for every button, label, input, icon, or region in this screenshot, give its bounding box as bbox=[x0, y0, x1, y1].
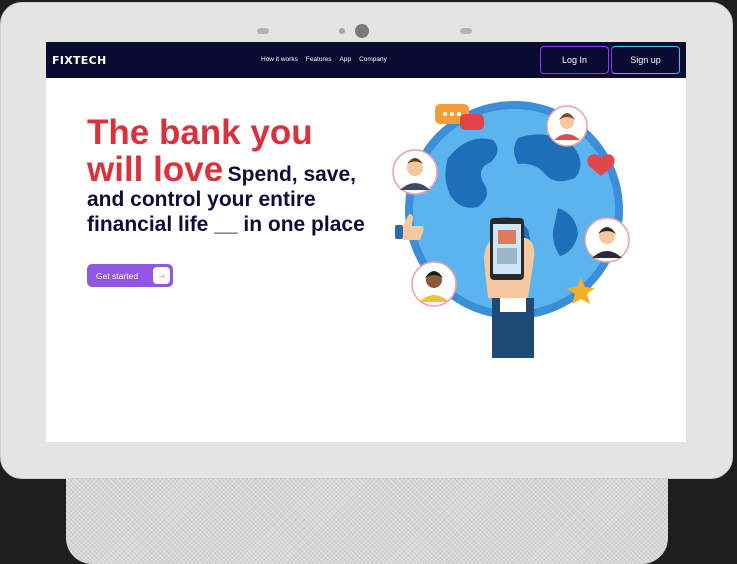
get-started-button[interactable]: Get started → bbox=[87, 264, 173, 287]
nav-link-how-it-works[interactable]: How it works bbox=[261, 56, 298, 63]
get-started-label: Get started bbox=[96, 270, 139, 281]
global-banking-illustration bbox=[392, 101, 630, 358]
nav-links: How it works Features App Company bbox=[261, 56, 387, 63]
camera-icon bbox=[355, 24, 369, 38]
nav-link-features[interactable]: Features bbox=[306, 56, 332, 63]
device-screen: FIXTECH How it works Features App Compan… bbox=[46, 42, 686, 442]
top-navbar: FIXTECH How it works Features App Compan… bbox=[46, 42, 686, 78]
hero-heading: The bank you will love Spend, save, and … bbox=[87, 114, 377, 237]
arrow-right-icon: → bbox=[153, 267, 170, 284]
login-button[interactable]: Log In bbox=[540, 46, 609, 74]
camera-indicator bbox=[339, 28, 345, 34]
light-sensor-right bbox=[460, 28, 472, 34]
light-sensor-left bbox=[257, 28, 269, 34]
nav-link-app[interactable]: App bbox=[340, 56, 352, 63]
brand-logo[interactable]: FIXTECH bbox=[52, 54, 106, 67]
signup-button[interactable]: Sign up bbox=[611, 46, 680, 74]
speaker-base bbox=[66, 470, 668, 564]
nav-link-company[interactable]: Company bbox=[359, 56, 387, 63]
